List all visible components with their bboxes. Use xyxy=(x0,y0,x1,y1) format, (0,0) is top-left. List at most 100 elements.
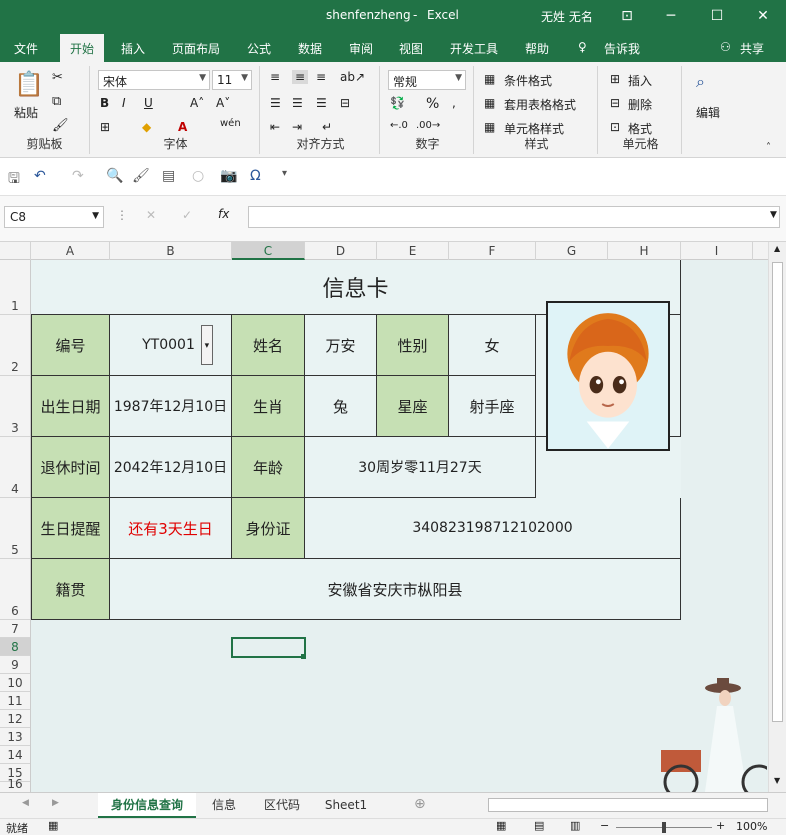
zoom-level[interactable]: 100% xyxy=(736,820,767,833)
sheet-tab-area-code[interactable]: 区代码 xyxy=(252,793,312,818)
column-header[interactable]: I xyxy=(681,242,753,260)
label-idcard[interactable]: 身份证 xyxy=(232,498,305,559)
scroll-up-icon[interactable]: ▲ xyxy=(774,244,780,253)
normal-view-icon[interactable]: ▦ xyxy=(496,819,506,832)
merge-center-icon[interactable]: ⊟ xyxy=(340,96,350,110)
number-format-select[interactable]: 常规 ▼ xyxy=(388,70,466,90)
bday-value[interactable]: 还有3天生日 xyxy=(110,498,232,559)
increase-decimal-icon[interactable]: ←.0 xyxy=(390,120,408,131)
tab-developer[interactable]: 开发工具 xyxy=(450,40,498,57)
tab-page-layout[interactable]: 页面布局 xyxy=(172,40,220,57)
save-icon[interactable]: 🖫 xyxy=(8,168,20,192)
row-header[interactable]: 5 xyxy=(0,498,30,559)
column-header[interactable]: H xyxy=(608,242,681,260)
close-icon[interactable]: ✕ xyxy=(748,4,778,28)
row-header[interactable]: 4 xyxy=(0,437,30,498)
redo-icon[interactable]: ↷ xyxy=(72,168,84,184)
edit-button[interactable]: 编辑 xyxy=(696,104,720,121)
insert-function-icon[interactable]: fx xyxy=(218,207,229,221)
dropdown-arrow-icon[interactable]: ▾ xyxy=(200,325,213,365)
page-layout-view-icon[interactable]: ▤ xyxy=(534,819,544,832)
row-header[interactable]: 12 xyxy=(0,710,30,728)
search-icon[interactable]: ⌕ xyxy=(696,72,705,92)
birth-value[interactable]: 1987年12月10日 xyxy=(110,376,232,437)
grow-font-icon[interactable]: A˄ xyxy=(190,96,204,110)
sheet-tab-info[interactable]: 信息 xyxy=(200,793,248,818)
tab-view[interactable]: 视图 xyxy=(399,40,423,57)
fill-handle[interactable] xyxy=(301,654,306,659)
currency-icon[interactable]: 💱 xyxy=(390,96,405,110)
vertical-scrollbar[interactable]: ▲ ▼ xyxy=(768,242,786,792)
tab-home[interactable]: 开始 xyxy=(60,34,105,62)
row-header[interactable]: 10 xyxy=(0,674,30,692)
increase-indent-icon[interactable]: ⇥ xyxy=(292,120,302,134)
scrollbar-thumb[interactable] xyxy=(772,262,783,722)
column-header[interactable]: F xyxy=(449,242,536,260)
font-size-select[interactable]: 11 ▼ xyxy=(212,70,252,90)
add-sheet-icon[interactable]: ⊕ xyxy=(414,796,426,812)
sheet-tab-id-lookup[interactable]: 身份信息查询 xyxy=(98,793,196,818)
bold-icon[interactable]: B xyxy=(100,96,109,110)
paste-icon[interactable]: 📋 xyxy=(14,70,44,98)
column-header[interactable]: B xyxy=(110,242,232,260)
row-header[interactable]: 14 xyxy=(0,746,30,764)
photo-cell[interactable] xyxy=(536,300,681,451)
scroll-down-icon[interactable]: ▼ xyxy=(774,776,780,785)
label-age[interactable]: 年龄 xyxy=(232,437,305,498)
ribbon-display-icon[interactable]: ⊡ xyxy=(612,4,642,28)
prev-sheet-icon[interactable]: ◀ xyxy=(22,798,29,808)
zoom-out-icon[interactable]: − xyxy=(600,819,609,832)
form-icon[interactable]: ▤ xyxy=(162,168,175,184)
paste-button[interactable]: 粘贴 xyxy=(14,104,38,121)
format-painter-icon[interactable]: 🖌 xyxy=(52,118,69,133)
align-middle-icon[interactable]: ≡ xyxy=(292,70,309,84)
idcard-value[interactable]: 340823198712102000 xyxy=(305,498,681,559)
share-button[interactable]: 共享 xyxy=(740,40,764,57)
age-value[interactable]: 30周岁零11月27天 xyxy=(305,437,536,498)
tab-file[interactable]: 文件 xyxy=(14,40,38,57)
comma-icon[interactable]: , xyxy=(452,96,456,110)
shrink-font-icon[interactable]: A˅ xyxy=(216,96,230,110)
retire-value[interactable]: 2042年12月10日 xyxy=(110,437,232,498)
tell-me[interactable]: 告诉我 xyxy=(604,40,640,57)
conditional-format-button[interactable]: 条件格式 xyxy=(504,72,552,89)
insert-cells-button[interactable]: 插入 xyxy=(628,72,652,89)
maximize-icon[interactable]: ☐ xyxy=(702,4,732,28)
row-header[interactable]: 6 xyxy=(0,559,30,620)
underline-icon[interactable]: U xyxy=(144,96,153,110)
decrease-decimal-icon[interactable]: .00→ xyxy=(416,120,440,131)
minimize-icon[interactable]: ─ xyxy=(656,4,686,28)
wrap-text-icon[interactable]: ↵ xyxy=(322,120,332,134)
phonetic-icon[interactable]: wén xyxy=(220,118,241,129)
label-star[interactable]: 星座 xyxy=(377,376,449,437)
align-right-icon[interactable]: ☰ xyxy=(316,96,327,110)
label-id[interactable]: 编号 xyxy=(31,315,110,376)
next-sheet-icon[interactable]: ▶ xyxy=(52,798,59,808)
zodiac-value[interactable]: 兔 xyxy=(305,376,377,437)
brush-icon[interactable]: 🖌 xyxy=(132,168,150,184)
tab-data[interactable]: 数据 xyxy=(298,40,322,57)
label-origin[interactable]: 籍贯 xyxy=(31,559,110,620)
align-center-icon[interactable]: ☰ xyxy=(292,96,303,110)
label-retire[interactable]: 退休时间 xyxy=(31,437,110,498)
row-header[interactable]: 1 xyxy=(0,260,30,315)
zoom-slider-thumb[interactable] xyxy=(662,822,666,833)
column-header[interactable]: D xyxy=(305,242,377,260)
label-bday[interactable]: 生日提醒 xyxy=(31,498,110,559)
align-top-icon[interactable]: ≡ xyxy=(270,70,280,84)
column-header[interactable]: C xyxy=(232,242,305,260)
cancel-icon[interactable]: ✕ xyxy=(146,208,156,222)
align-bottom-icon[interactable]: ≡ xyxy=(316,70,326,84)
row-header[interactable]: 7 xyxy=(0,620,30,638)
star-value[interactable]: 射手座 xyxy=(449,376,536,437)
select-all-corner[interactable] xyxy=(0,242,31,260)
row-header[interactable]: 2 xyxy=(0,315,30,376)
zoom-in-icon[interactable]: + xyxy=(716,819,725,832)
camera-icon[interactable]: 📷 xyxy=(220,168,237,184)
row-header[interactable]: 13 xyxy=(0,728,30,746)
tab-review[interactable]: 审阅 xyxy=(349,40,373,57)
circle-icon[interactable]: ○ xyxy=(192,168,204,184)
label-gender[interactable]: 性别 xyxy=(377,315,449,376)
collapse-ribbon-icon[interactable]: ˄ xyxy=(766,142,771,153)
row-header[interactable]: 11 xyxy=(0,692,30,710)
